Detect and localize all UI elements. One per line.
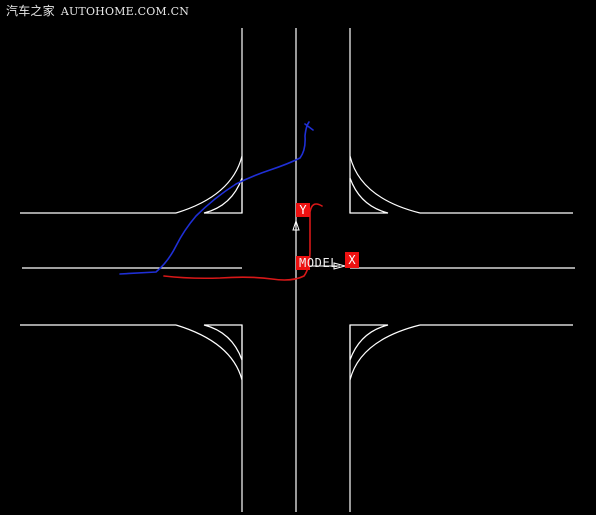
intersection-geometry: [20, 28, 575, 512]
island-ne: [349, 177, 389, 214]
watermark-site: AUTOHOME.COM.CN: [60, 5, 190, 18]
ucs-y-axis-label: Y: [296, 203, 310, 217]
ucs-model-label: MODEL: [299, 256, 339, 270]
watermark: 汽车之家 AUTOHOME.COM.CN: [6, 4, 189, 19]
island-sw: [203, 324, 243, 361]
watermark-brand: 汽车之家: [6, 4, 55, 18]
island-se: [349, 324, 389, 361]
annotation-blue-route: [119, 121, 314, 275]
ucs-x-axis-label: X: [345, 252, 359, 268]
corner-fillet-ne: [349, 155, 421, 214]
corner-fillet-sw: [175, 324, 243, 381]
corner-fillet-se: [349, 324, 421, 381]
